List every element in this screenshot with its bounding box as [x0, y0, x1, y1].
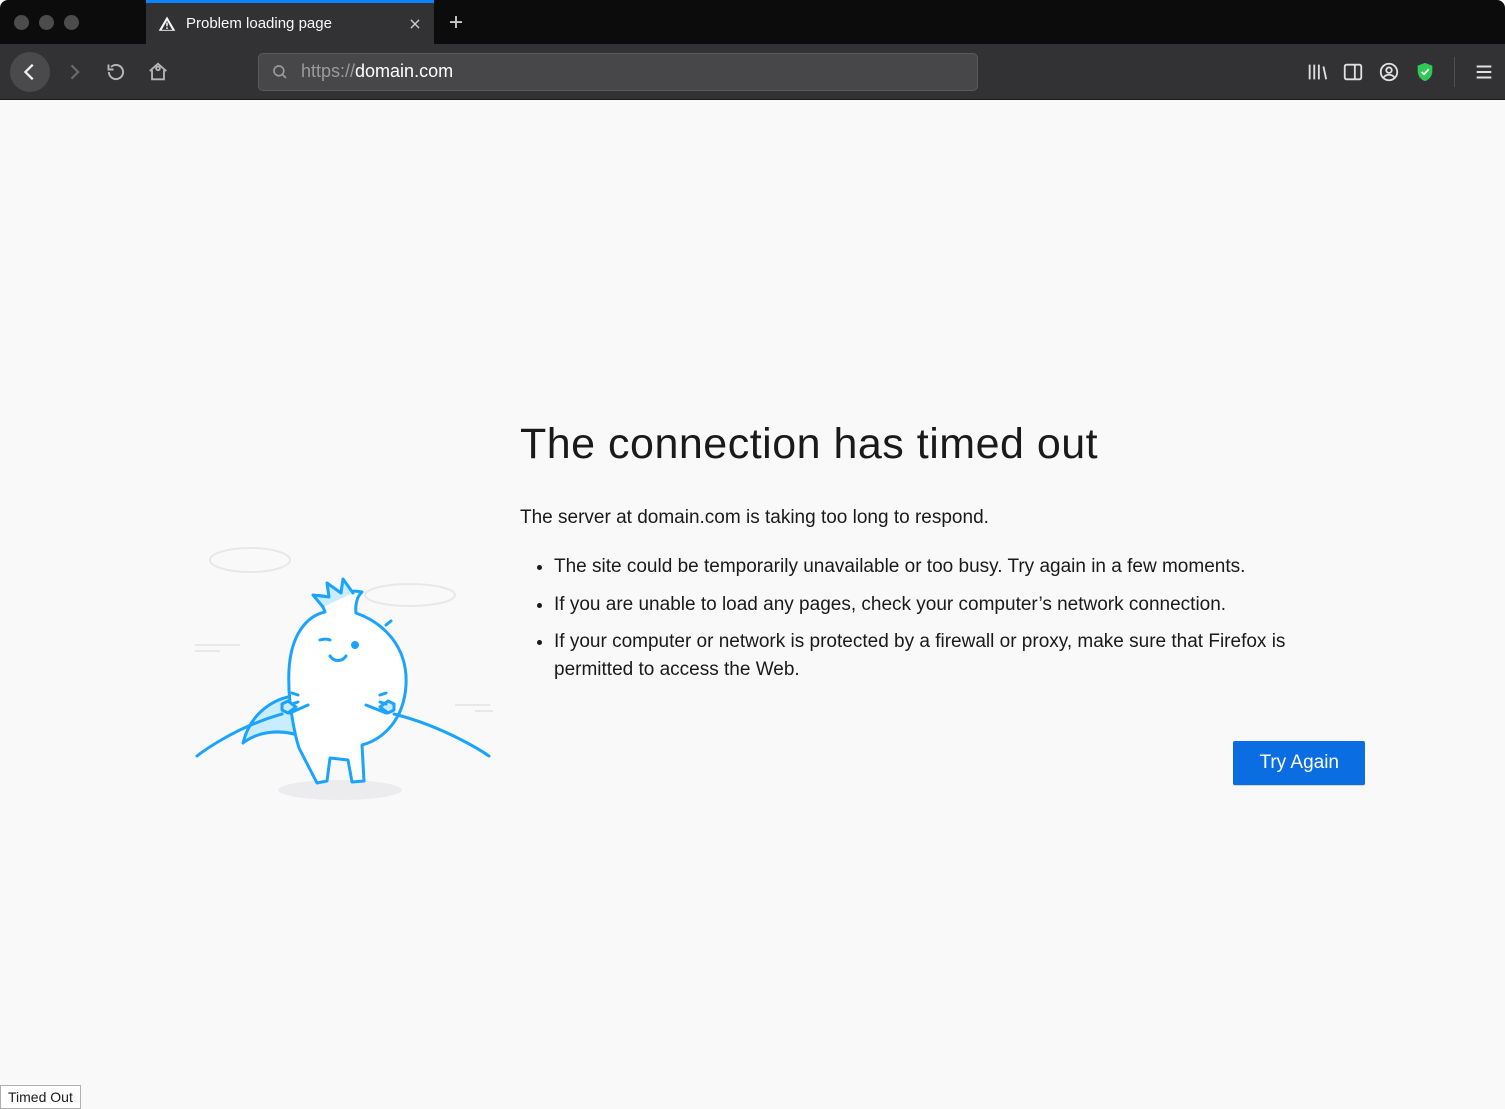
- home-button[interactable]: [140, 54, 176, 90]
- error-container: The connection has timed out The server …: [180, 420, 1365, 805]
- window-titlebar: Problem loading page: [0, 0, 1505, 44]
- reload-button[interactable]: [98, 54, 134, 90]
- url-text: https://domain.com: [301, 61, 453, 82]
- status-footer-label: Timed Out: [0, 1085, 81, 1109]
- page-content: The connection has timed out The server …: [0, 100, 1505, 1109]
- new-tab-button[interactable]: [434, 0, 478, 44]
- window-minimize-button[interactable]: [39, 15, 54, 30]
- error-text-block: The connection has timed out The server …: [520, 420, 1365, 785]
- tab-title: Problem loading page: [186, 15, 398, 32]
- browser-toolbar: https://domain.com: [0, 44, 1505, 100]
- window-controls: [14, 0, 132, 44]
- back-button[interactable]: [10, 52, 50, 92]
- error-illustration: [180, 480, 500, 805]
- sidebar-icon[interactable]: [1342, 61, 1364, 83]
- error-suggestion-item: If your computer or network is protected…: [554, 628, 1365, 683]
- toolbar-right-icons: [1306, 57, 1495, 87]
- tab-close-icon[interactable]: [408, 17, 422, 31]
- forward-button[interactable]: [56, 54, 92, 90]
- try-again-button[interactable]: Try Again: [1233, 741, 1365, 785]
- error-subtitle: The server at domain.com is taking too l…: [520, 507, 1365, 529]
- account-icon[interactable]: [1378, 61, 1400, 83]
- url-scheme: https://: [301, 61, 355, 82]
- url-bar[interactable]: https://domain.com: [258, 53, 978, 91]
- error-suggestion-list: The site could be temporarily unavailabl…: [520, 553, 1365, 683]
- toolbar-divider: [1454, 57, 1455, 87]
- error-title: The connection has timed out: [520, 420, 1365, 469]
- library-icon[interactable]: [1306, 61, 1328, 83]
- url-host: domain.com: [355, 61, 453, 82]
- window-close-button[interactable]: [14, 15, 29, 30]
- hamburger-menu-icon[interactable]: [1473, 61, 1495, 83]
- error-suggestion-item: The site could be temporarily unavailabl…: [554, 553, 1365, 581]
- window-zoom-button[interactable]: [64, 15, 79, 30]
- browser-tab-active[interactable]: Problem loading page: [146, 0, 434, 44]
- search-icon: [271, 63, 289, 81]
- error-suggestion-item: If you are unable to load any pages, che…: [554, 591, 1365, 619]
- protection-shield-icon[interactable]: [1414, 61, 1436, 83]
- warning-icon: [158, 15, 176, 33]
